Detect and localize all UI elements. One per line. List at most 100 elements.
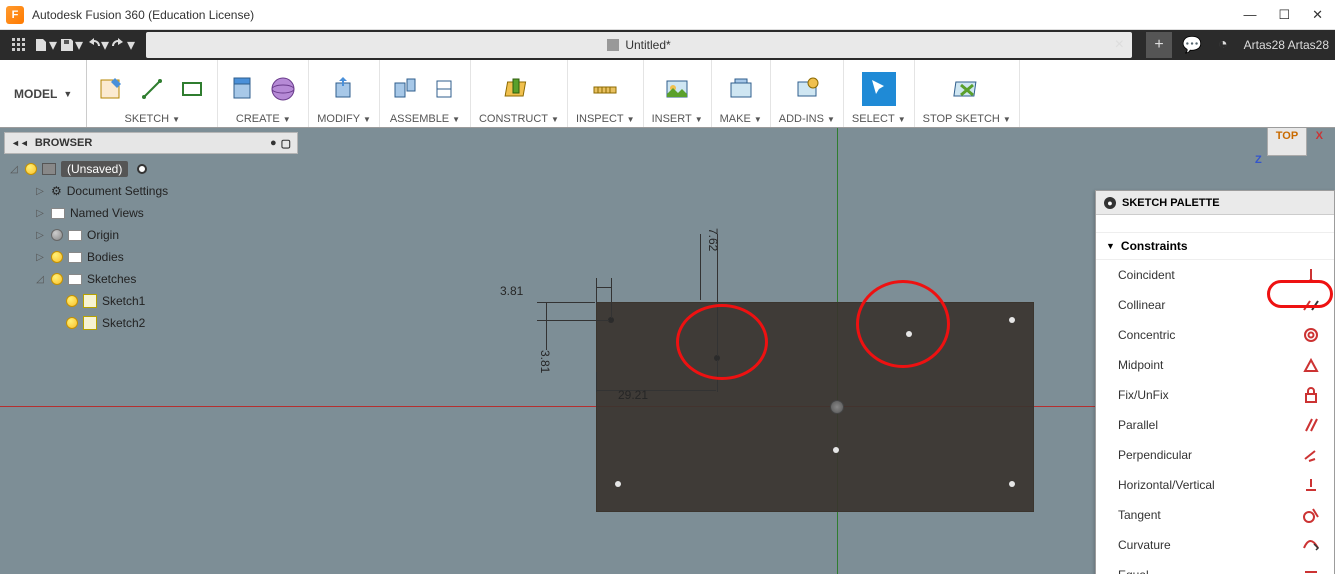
constraint-horizontal-vertical[interactable]: Horizontal/Vertical <box>1096 470 1334 500</box>
browser-options-icon[interactable]: ● <box>270 137 277 150</box>
bulb-icon[interactable] <box>25 163 37 175</box>
workspace-mode-dropdown[interactable]: MODEL▼ <box>0 60 87 127</box>
constraint-equal[interactable]: Equal <box>1096 560 1334 574</box>
close-button[interactable]: ✕ <box>1312 7 1323 23</box>
tree-root[interactable]: ◿ (Unsaved) <box>4 158 298 180</box>
twisty-icon[interactable]: ◿ <box>8 164 20 175</box>
document-tab[interactable]: Untitled* <box>597 32 680 58</box>
bulb-icon[interactable] <box>66 317 78 329</box>
tree-item-sketches[interactable]: ◿ Sketches <box>4 268 298 290</box>
collapse-icon[interactable]: ◄◄ <box>11 138 29 148</box>
twisty-icon[interactable]: ◿ <box>34 274 46 285</box>
file-menu-icon[interactable]: ▾ <box>32 32 58 58</box>
ribbon-group-sketch: SKETCH▼ <box>87 60 218 127</box>
origin-marker[interactable] <box>830 400 844 414</box>
ribbon-label-sketch[interactable]: SKETCH▼ <box>124 113 180 127</box>
ribbon-label-make[interactable]: MAKE▼ <box>720 113 762 127</box>
insert-button[interactable] <box>660 72 694 106</box>
joint-button[interactable] <box>388 72 422 106</box>
browser-pin-icon[interactable]: ▢ <box>281 137 291 150</box>
ribbon-label-addins[interactable]: ADD-INS▼ <box>779 113 835 127</box>
hv-icon <box>1302 476 1320 494</box>
ribbon-label-stopsketch[interactable]: STOP SKETCH▼ <box>923 113 1011 127</box>
new-tab-button[interactable]: + <box>1146 32 1172 58</box>
view-cube-face[interactable]: TOP <box>1267 128 1307 156</box>
sketch-point[interactable] <box>615 481 621 487</box>
addins-button[interactable] <box>790 72 824 106</box>
active-radio-icon[interactable] <box>137 164 147 174</box>
constraint-parallel[interactable]: Parallel <box>1096 410 1334 440</box>
tree-item-named-views[interactable]: ▷ Named Views <box>4 202 298 224</box>
palette-section-constraints[interactable]: ▼Constraints <box>1096 233 1334 260</box>
ribbon-label-create[interactable]: CREATE▼ <box>236 113 291 127</box>
tree-item-bodies[interactable]: ▷ Bodies <box>4 246 298 268</box>
extrude-button[interactable] <box>226 72 260 106</box>
browser-header[interactable]: ◄◄ BROWSER ●▢ <box>4 132 298 154</box>
dimension-value[interactable]: 3.81 <box>538 350 552 373</box>
measure-button[interactable] <box>588 72 622 106</box>
dimension-value[interactable]: 3.81 <box>500 284 523 298</box>
press-pull-button[interactable] <box>327 72 361 106</box>
tree-item-sketch1[interactable]: Sketch1 <box>4 290 298 312</box>
user-menu[interactable]: Artas28 Artas28 <box>1244 38 1329 52</box>
tab-close-icon[interactable]: × <box>1115 36 1124 54</box>
undo-icon[interactable]: ▾ <box>84 32 110 58</box>
tree-label: Bodies <box>87 250 124 264</box>
constraint-fix[interactable]: Fix/UnFix <box>1096 380 1334 410</box>
tree-item-origin[interactable]: ▷ Origin <box>4 224 298 246</box>
sketch-point[interactable] <box>833 447 839 453</box>
ribbon-group-assemble: ASSEMBLE▼ <box>380 60 471 127</box>
dimension-value[interactable]: 29.21 <box>618 388 648 402</box>
job-status-icon[interactable]: ◔ <box>1218 36 1228 54</box>
plane-button[interactable] <box>502 72 536 106</box>
sketch-body[interactable] <box>596 302 1034 512</box>
constraint-perpendicular[interactable]: Perpendicular <box>1096 440 1334 470</box>
ribbon-label-construct[interactable]: CONSTRUCT▼ <box>479 113 559 127</box>
dimension-value[interactable]: 7.62 <box>706 228 720 251</box>
constraint-tangent[interactable]: Tangent <box>1096 500 1334 530</box>
tree-item-document-settings[interactable]: ▷ ⚙ Document Settings <box>4 180 298 202</box>
notifications-icon[interactable]: 💬 <box>1182 35 1202 55</box>
twisty-icon[interactable]: ▷ <box>34 186 46 197</box>
quick-access-bar: ▾ ▾ ▾ ▾ Untitled* × + 💬 ◔ Artas28 Artas2… <box>0 30 1335 60</box>
create-sketch-button[interactable] <box>95 72 129 106</box>
select-button[interactable] <box>862 72 896 106</box>
maximize-button[interactable]: ☐ <box>1278 7 1290 23</box>
tree-item-sketch2[interactable]: Sketch2 <box>4 312 298 334</box>
close-icon[interactable]: ● <box>1104 197 1116 209</box>
minimize-button[interactable]: — <box>1243 7 1256 23</box>
bulb-icon[interactable] <box>51 251 63 263</box>
folder-icon <box>68 252 82 263</box>
twisty-icon[interactable]: ▷ <box>34 208 46 219</box>
grid-menu-icon[interactable] <box>6 32 32 58</box>
ribbon-label-modify[interactable]: MODIFY▼ <box>317 113 371 127</box>
bulb-icon[interactable] <box>51 273 63 285</box>
viewport[interactable]: 3.81 3.81 7.62 29.21 TOP X Z ◄◄ BROWSER … <box>0 128 1335 574</box>
tree-label: Document Settings <box>67 184 168 198</box>
twisty-icon[interactable]: ▷ <box>34 230 46 241</box>
ribbon-group-inspect: INSPECT▼ <box>568 60 644 127</box>
ribbon-label-assemble[interactable]: ASSEMBLE▼ <box>390 113 460 127</box>
make-button[interactable] <box>724 72 758 106</box>
ribbon-label-inspect[interactable]: INSPECT▼ <box>576 113 635 127</box>
line-tool-button[interactable] <box>135 72 169 106</box>
bulb-icon[interactable] <box>66 295 78 307</box>
rectangle-tool-button[interactable] <box>175 72 209 106</box>
ribbon-label-insert[interactable]: INSERT▼ <box>652 113 703 127</box>
sketch-point[interactable] <box>1009 317 1015 323</box>
view-cube[interactable]: TOP X Z <box>1261 128 1315 164</box>
sphere-button[interactable] <box>266 72 300 106</box>
palette-header[interactable]: ● SKETCH PALETTE <box>1096 191 1334 215</box>
constraint-concentric[interactable]: Concentric <box>1096 320 1334 350</box>
ribbon: MODEL▼ SKETCH▼ CREATE▼ MODIFY▼ ASSEMBLE▼… <box>0 60 1335 128</box>
constraint-curvature[interactable]: Curvature <box>1096 530 1334 560</box>
sketch-point[interactable] <box>1009 481 1015 487</box>
as-built-joint-button[interactable] <box>428 72 462 106</box>
stop-sketch-button[interactable] <box>950 72 984 106</box>
constraint-midpoint[interactable]: Midpoint <box>1096 350 1334 380</box>
bulb-icon[interactable] <box>51 229 63 241</box>
redo-icon[interactable]: ▾ <box>110 32 136 58</box>
save-icon[interactable]: ▾ <box>58 32 84 58</box>
twisty-icon[interactable]: ▷ <box>34 252 46 263</box>
ribbon-label-select[interactable]: SELECT▼ <box>852 113 906 127</box>
